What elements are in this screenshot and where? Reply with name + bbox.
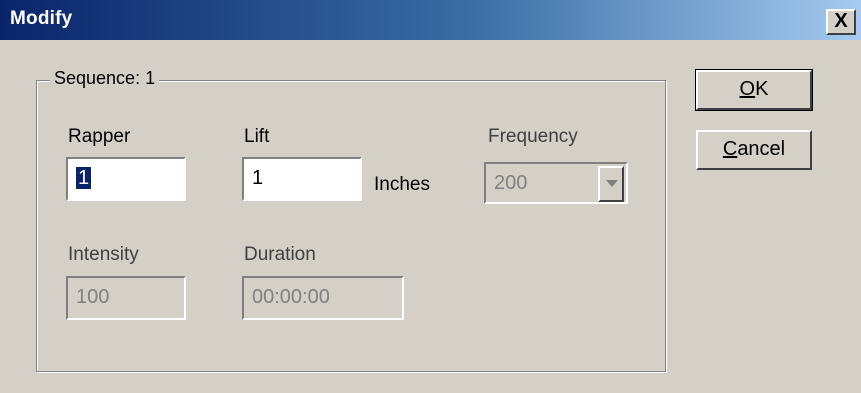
sequence-group bbox=[36, 80, 666, 372]
rapper-input[interactable]: 1 bbox=[66, 157, 186, 201]
lift-value: 1 bbox=[252, 167, 264, 189]
window-title: Modify bbox=[10, 8, 73, 29]
rapper-value: 1 bbox=[76, 167, 92, 189]
ok-rest: K bbox=[755, 78, 769, 100]
intensity-input[interactable]: 100 bbox=[66, 276, 186, 320]
duration-input[interactable]: 00:00:00 bbox=[242, 276, 404, 320]
title-bar[interactable]: Modify X bbox=[0, 0, 861, 40]
cancel-button[interactable]: Cancel bbox=[696, 130, 812, 170]
modify-dialog: Modify X Sequence: 1 Rapper 1 Lift 1 Inc… bbox=[0, 0, 861, 393]
chevron-down-icon bbox=[606, 180, 618, 187]
lift-label: Lift bbox=[244, 126, 270, 147]
duration-label: Duration bbox=[244, 244, 316, 265]
frequency-value: 200 bbox=[494, 172, 528, 194]
rapper-label: Rapper bbox=[68, 126, 131, 147]
frequency-label: Frequency bbox=[488, 126, 578, 147]
frequency-select[interactable]: 200 bbox=[484, 162, 628, 204]
close-icon[interactable]: X bbox=[826, 9, 856, 35]
ok-button[interactable]: OK bbox=[695, 69, 813, 111]
group-title: Sequence: 1 bbox=[50, 68, 160, 89]
cancel-rest: ancel bbox=[737, 138, 786, 160]
lift-input[interactable]: 1 bbox=[242, 157, 362, 201]
duration-value: 00:00:00 bbox=[252, 286, 330, 308]
intensity-value: 100 bbox=[76, 286, 110, 308]
cancel-accel: C bbox=[722, 138, 738, 160]
frequency-dropdown-button[interactable] bbox=[598, 166, 624, 202]
lift-unit-label: Inches bbox=[374, 174, 430, 195]
ok-accel: O bbox=[739, 78, 756, 100]
intensity-label: Intensity bbox=[68, 244, 139, 265]
